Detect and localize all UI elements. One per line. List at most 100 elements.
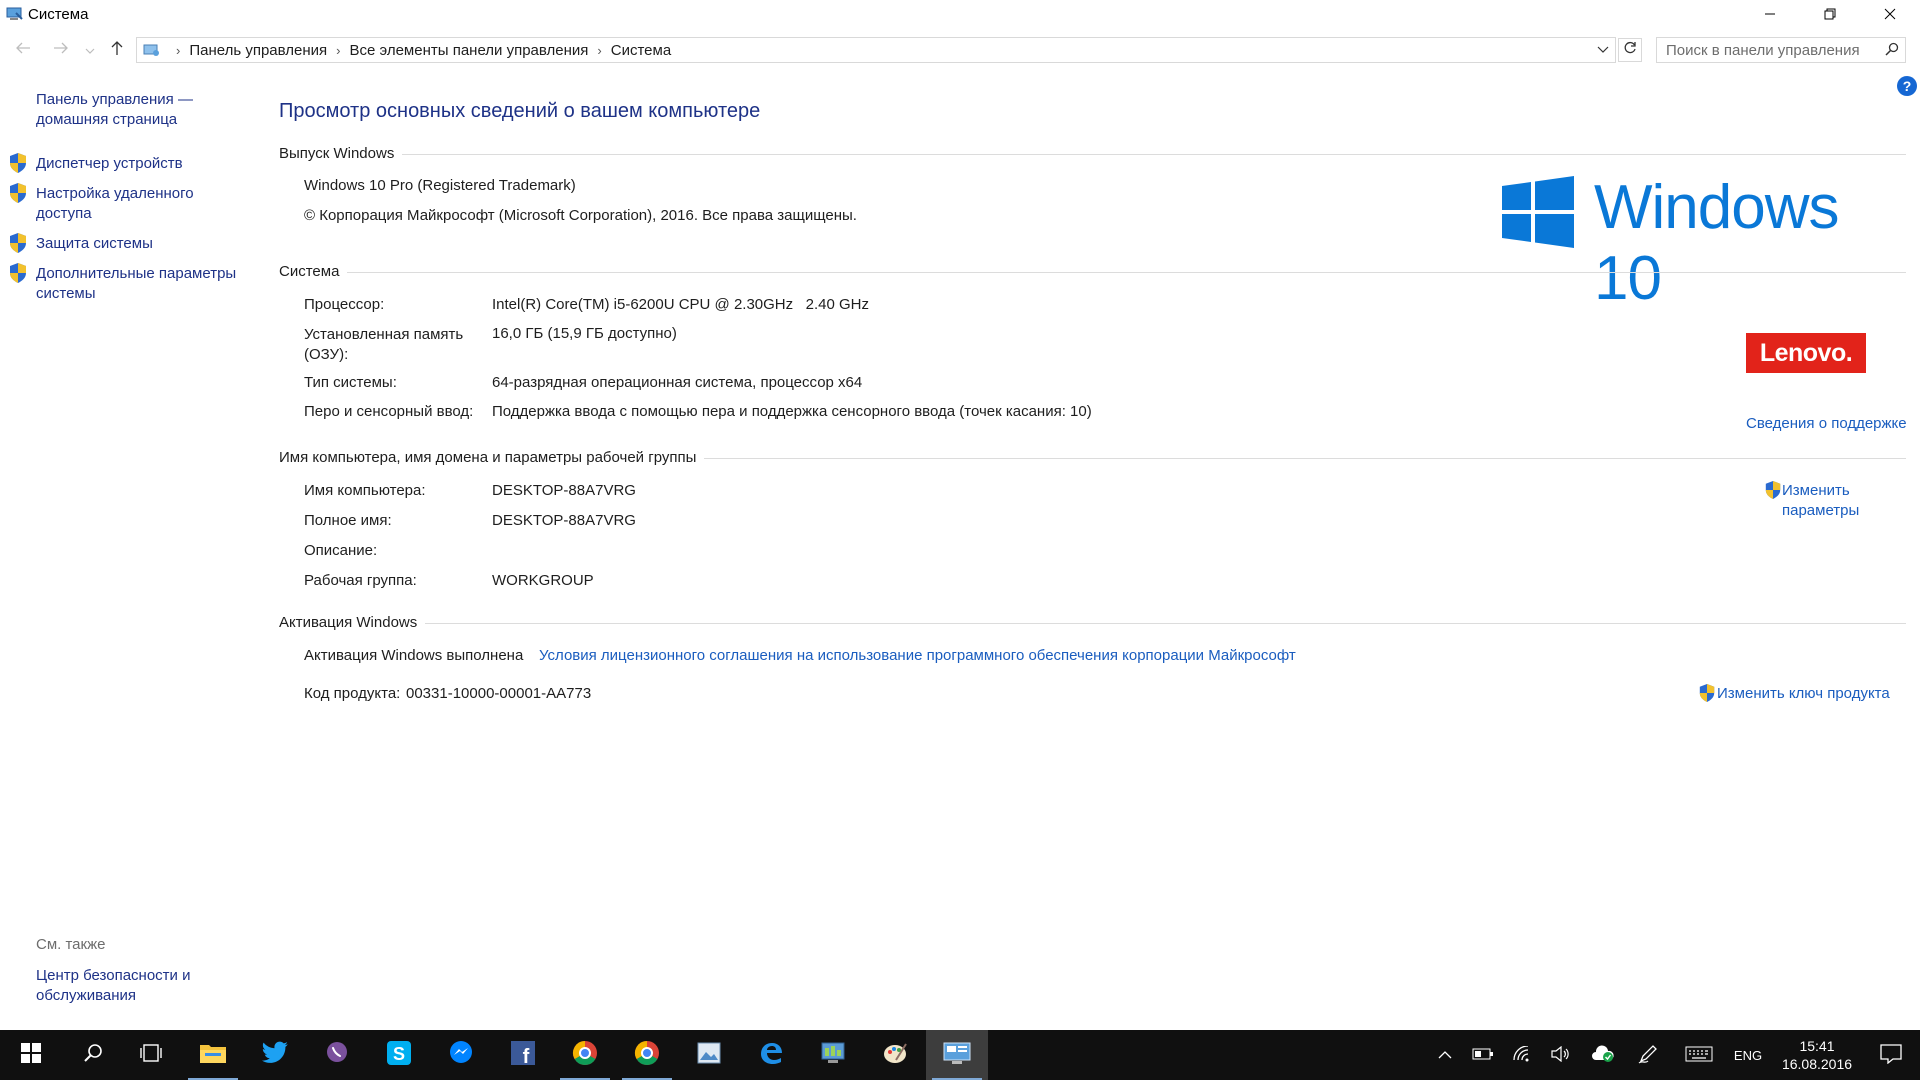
search-input[interactable]	[1657, 38, 1877, 62]
address-dropdown-icon[interactable]	[1597, 42, 1609, 60]
sidebar-item-advanced-settings[interactable]: Дополнительные параметры системы	[36, 264, 246, 304]
minimize-button[interactable]	[1740, 0, 1800, 30]
breadcrumb-all-items[interactable]: Все элементы панели управления	[350, 42, 589, 59]
battery-tray-button[interactable]	[1468, 1030, 1498, 1080]
taskbar-file-explorer[interactable]	[182, 1030, 244, 1080]
skype-icon: S	[386, 1040, 412, 1070]
pen-tray-button[interactable]	[1632, 1030, 1664, 1080]
description-label: Описание:	[304, 542, 378, 559]
taskbar-messenger[interactable]	[430, 1030, 492, 1080]
viber-icon	[324, 1040, 350, 1070]
taskbar-twitter[interactable]	[244, 1030, 306, 1080]
help-button[interactable]: ?	[1897, 76, 1917, 96]
taskbar-search-button[interactable]	[62, 1030, 124, 1080]
license-terms-link[interactable]: Условия лицензионного соглашения на испо…	[539, 647, 1296, 664]
keyboard-icon	[1685, 1046, 1713, 1065]
taskbar: S f ENG 15:41 16.08.2016	[0, 1030, 1920, 1080]
lenovo-logo: Lenovo.	[1746, 333, 1866, 373]
back-button[interactable]	[12, 39, 34, 61]
sidebar-item-device-manager[interactable]: Диспетчер устройств	[36, 154, 246, 174]
close-button[interactable]	[1860, 0, 1920, 30]
divider	[425, 623, 1906, 624]
refresh-button[interactable]	[1618, 38, 1642, 62]
uac-shield-icon	[1698, 683, 1716, 707]
taskbar-photos[interactable]	[678, 1030, 740, 1080]
uac-shield-icon	[8, 262, 28, 284]
sidebar-item-security-maintenance[interactable]: Центр безопасности и обслуживания	[36, 966, 236, 1006]
notification-icon	[1880, 1043, 1902, 1067]
arrow-up-icon	[110, 40, 124, 60]
show-hidden-icons-button[interactable]	[1430, 1030, 1460, 1080]
restore-button[interactable]	[1800, 0, 1860, 30]
processor-label: Процессор:	[304, 296, 385, 313]
windows-edition: Windows 10 Pro (Registered Trademark)	[304, 177, 576, 194]
processor-value: Intel(R) Core(TM) i5-6200U CPU @ 2.30GHz…	[492, 296, 869, 313]
search-icon	[83, 1043, 103, 1067]
volume-tray-button[interactable]	[1546, 1030, 1576, 1080]
support-info-link[interactable]: Сведения о поддержке	[1746, 415, 1907, 432]
product-key-label: Код продукта:	[304, 685, 401, 702]
taskbar-edge[interactable]	[740, 1030, 802, 1080]
facebook-icon: f	[510, 1040, 536, 1070]
divider	[402, 154, 1906, 155]
system-type-label: Тип системы:	[304, 374, 397, 391]
battery-icon	[1472, 1048, 1494, 1063]
full-name-value: DESKTOP-88A7VRG	[492, 512, 636, 529]
arrow-left-icon	[15, 41, 31, 59]
breadcrumb-separator-icon[interactable]: ›	[597, 43, 601, 58]
task-view-button[interactable]	[120, 1030, 182, 1080]
uac-shield-icon	[8, 182, 28, 204]
edge-icon	[758, 1040, 784, 1070]
uac-shield-icon	[1764, 480, 1782, 504]
breadcrumb-control-panel[interactable]: Панель управления	[189, 42, 327, 59]
breadcrumb-system[interactable]: Система	[611, 42, 671, 59]
title-bar: Система	[0, 0, 1920, 30]
section-header-label: Активация Windows	[279, 614, 418, 631]
start-button[interactable]	[0, 1030, 62, 1080]
section-header-label: Выпуск Windows	[279, 145, 395, 162]
input-language-indicator[interactable]: ENG	[1728, 1030, 1768, 1080]
memory-value: 16,0 ГБ (15,9 ГБ доступно)	[492, 325, 677, 342]
taskbar-chrome[interactable]	[616, 1030, 678, 1080]
up-button[interactable]	[106, 39, 128, 61]
system-type-value: 64-разрядная операционная система, проце…	[492, 374, 863, 391]
onedrive-sync-tray-button[interactable]	[1586, 1030, 1620, 1080]
search-icon[interactable]	[1885, 42, 1899, 60]
forward-button[interactable]	[50, 39, 72, 61]
messenger-icon	[448, 1040, 474, 1070]
touch-keyboard-button[interactable]	[1680, 1030, 1718, 1080]
refresh-icon	[1623, 41, 1637, 59]
memory-label: Установленная память (ОЗУ):	[304, 326, 464, 363]
search-box	[1656, 37, 1906, 63]
change-product-key-label[interactable]: Изменить ключ продукта	[1717, 685, 1890, 702]
taskbar-skype[interactable]: S	[368, 1030, 430, 1080]
taskbar-paint[interactable]	[864, 1030, 926, 1080]
copyright-text: © Корпорация Майкрософт (Microsoft Corpo…	[304, 207, 857, 224]
taskbar-clock[interactable]: 15:41 16.08.2016	[1772, 1030, 1862, 1080]
sidebar-item-control-panel-home[interactable]: Панель управления — домашняя страница	[36, 90, 246, 130]
network-monitor-icon	[820, 1040, 846, 1070]
taskbar-facebook[interactable]: f	[492, 1030, 554, 1080]
task-view-icon	[139, 1043, 163, 1067]
section-header-edition: Выпуск Windows	[279, 145, 1906, 162]
taskbar-viber[interactable]	[306, 1030, 368, 1080]
taskbar-network-app[interactable]	[802, 1030, 864, 1080]
action-center-button[interactable]	[1866, 1030, 1916, 1080]
change-settings-label[interactable]: Изменить параметры	[1782, 481, 1872, 521]
photo-viewer-icon	[696, 1040, 722, 1070]
section-header-computer-name: Имя компьютера, имя домена и параметры р…	[279, 449, 1906, 466]
address-bar[interactable]: › Панель управления › Все элементы панел…	[136, 37, 1616, 63]
breadcrumb-separator-icon[interactable]: ›	[336, 43, 340, 58]
chrome-icon	[633, 1039, 661, 1071]
activation-status: Активация Windows выполнена	[304, 647, 524, 664]
paint-palette-icon	[882, 1040, 908, 1070]
sidebar-item-system-protection[interactable]: Защита системы	[36, 234, 246, 254]
recent-locations-button[interactable]	[82, 39, 98, 61]
taskbar-system-window[interactable]	[926, 1030, 988, 1080]
pen-touch-value: Поддержка ввода с помощью пера и поддерж…	[492, 403, 1092, 420]
window-title: Система	[28, 6, 89, 23]
taskbar-chrome-profile[interactable]	[554, 1030, 616, 1080]
wifi-tray-button[interactable]	[1508, 1030, 1538, 1080]
breadcrumb-separator-icon: ›	[176, 43, 181, 58]
sidebar-item-remote-settings[interactable]: Настройка удаленного доступа	[36, 184, 246, 224]
